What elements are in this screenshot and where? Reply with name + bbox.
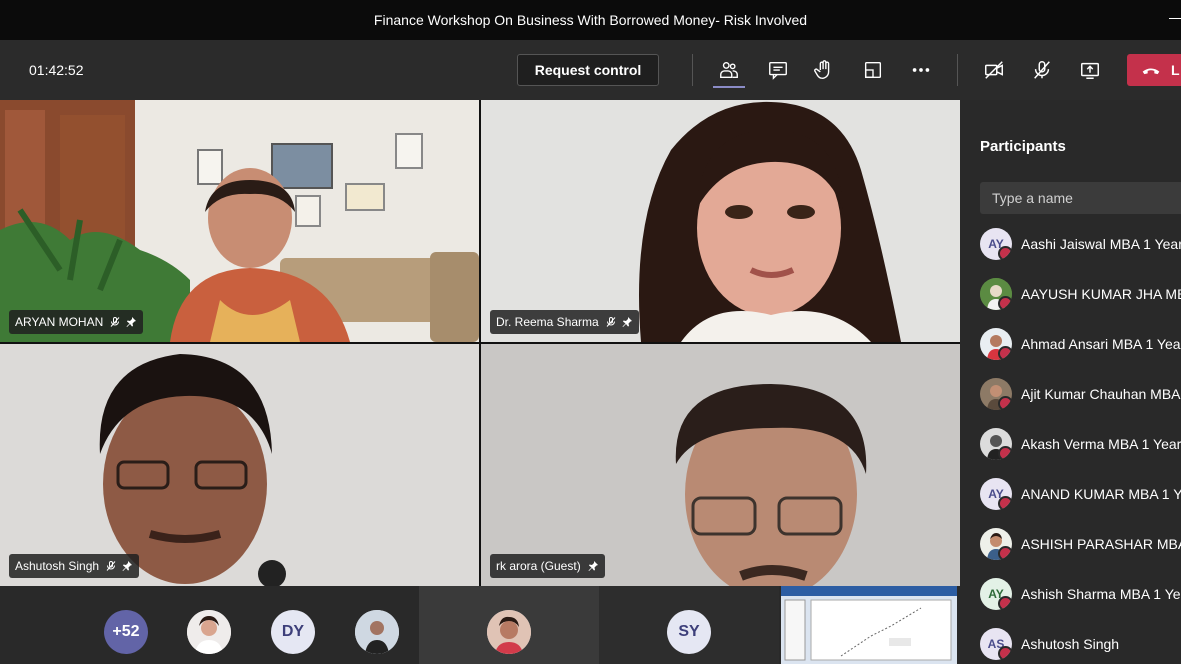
participant-name: Ashutosh Singh — [1021, 636, 1120, 652]
participant-search-input[interactable]: Type a name — [980, 182, 1181, 214]
video-tile[interactable]: rk arora (Guest) — [481, 344, 960, 586]
participant-list-item[interactable]: AY ANAND KUMAR MBA 1 Ye — [980, 478, 1181, 514]
chat-icon[interactable] — [765, 58, 791, 82]
toolbar-divider — [692, 54, 693, 86]
participant-avatar[interactable]: DY — [271, 610, 315, 654]
participant-avatar — [980, 328, 1012, 360]
participant-avatar: AY — [980, 478, 1012, 510]
video-feed — [0, 100, 479, 342]
muted-microphone-icon — [106, 561, 116, 571]
participant-avatar — [487, 610, 531, 654]
participant-avatar: AS — [980, 628, 1012, 660]
video-tile[interactable]: ARYAN MOHAN — [0, 100, 479, 342]
pin-icon — [588, 561, 598, 571]
participant-name: ARYAN MOHAN — [15, 315, 104, 329]
active-tab-indicator — [713, 86, 745, 88]
participant-name: Dr. Reema Sharma — [496, 315, 599, 329]
participant-avatar — [980, 528, 1012, 560]
participant-list-item[interactable]: AY Ashish Sharma MBA 1 Yea — [980, 578, 1181, 614]
status-dot — [998, 446, 1012, 460]
participant-name: AAYUSH KUMAR JHA MBA — [1021, 286, 1181, 302]
video-feed — [481, 100, 960, 342]
status-dot — [998, 246, 1012, 260]
participant-avatar: AY — [980, 578, 1012, 610]
participant-list-item[interactable]: AS Ashutosh Singh — [980, 628, 1181, 664]
participant-name: Ashutosh Singh — [15, 559, 100, 573]
participant-avatar — [980, 278, 1012, 310]
participant-name: rk arora (Guest) — [496, 559, 581, 573]
more-participants-button[interactable]: +52 — [104, 610, 148, 654]
status-dot — [998, 296, 1012, 310]
active-speaker-cell[interactable] — [419, 586, 599, 664]
title-bar: Finance Workshop On Business With Borrow… — [0, 0, 1181, 41]
video-tile[interactable]: Dr. Reema Sharma — [481, 100, 960, 342]
participant-name: Ashish Sharma MBA 1 Yea — [1021, 586, 1181, 602]
participants-icon[interactable] — [716, 58, 742, 82]
participant-name: Ajit Kumar Chauhan MBA — [1021, 386, 1181, 402]
participant-name: Ahmad Ansari MBA 1 Year — [1021, 336, 1181, 352]
panel-title: Participants — [980, 138, 1066, 155]
participant-list-item[interactable]: AAYUSH KUMAR JHA MBA — [980, 278, 1181, 314]
video-tile[interactable]: Ashutosh Singh — [0, 344, 479, 586]
video-stage: ARYAN MOHAN Dr. Reema Sharma Ashutosh Si… — [0, 100, 960, 586]
phone-hangup-icon — [1142, 68, 1160, 75]
camera-off-icon[interactable] — [981, 58, 1007, 82]
status-dot — [998, 546, 1012, 560]
leave-label: L — [1171, 62, 1180, 78]
pin-icon — [622, 317, 632, 327]
participant-list-item[interactable]: ASHISH PARASHAR MBA 1 — [980, 528, 1181, 564]
meeting-toolbar: 01:42:52 Request control L — [0, 40, 1181, 100]
status-dot — [998, 496, 1012, 510]
pin-icon — [122, 561, 133, 571]
participant-name: ASHISH PARASHAR MBA 1 — [1021, 536, 1181, 552]
status-dot — [998, 396, 1012, 410]
status-dot — [998, 346, 1012, 360]
participant-list-item[interactable]: AY Aashi Jaiswal MBA 1 Year — [980, 228, 1181, 264]
participant-avatar[interactable] — [355, 610, 399, 654]
more-options-icon[interactable] — [908, 58, 934, 82]
meeting-title: Finance Workshop On Business With Borrow… — [373, 12, 808, 28]
participant-nametag: ARYAN MOHAN — [9, 310, 144, 334]
minimize-button[interactable] — [1169, 18, 1181, 19]
participant-name: Aashi Jaiswal MBA 1 Year — [1021, 236, 1181, 252]
participant-name: ANAND KUMAR MBA 1 Ye — [1021, 486, 1181, 502]
participant-list-item[interactable]: Ahmad Ansari MBA 1 Year — [980, 328, 1181, 364]
meeting-timer: 01:42:52 — [29, 62, 84, 78]
share-screen-icon[interactable] — [1077, 58, 1103, 82]
participant-avatar[interactable] — [187, 610, 231, 654]
pin-icon — [126, 317, 137, 327]
participant-avatar — [980, 378, 1012, 410]
shared-screen-thumbnail[interactable] — [781, 586, 957, 664]
muted-microphone-icon — [606, 317, 616, 327]
participant-nametag: rk arora (Guest) — [490, 554, 605, 578]
participant-cell[interactable]: SY — [599, 586, 779, 664]
microphone-off-icon[interactable] — [1029, 58, 1055, 82]
request-control-button[interactable]: Request control — [517, 54, 659, 86]
participant-list-item[interactable]: Akash Verma MBA 1 Year — [980, 428, 1181, 464]
participant-avatar: AY — [980, 228, 1012, 260]
participant-nametag: Dr. Reema Sharma — [490, 310, 639, 334]
participant-avatar — [980, 428, 1012, 460]
participant-nametag: Ashutosh Singh — [9, 554, 140, 578]
raise-hand-icon[interactable] — [811, 58, 837, 82]
breakout-rooms-icon[interactable] — [860, 58, 886, 82]
presentation-preview — [781, 586, 957, 664]
participant-name: Akash Verma MBA 1 Year — [1021, 436, 1181, 452]
participant-avatar: SY — [667, 610, 711, 654]
toolbar-divider — [957, 54, 958, 86]
status-dot — [998, 646, 1012, 660]
video-feed — [0, 344, 479, 586]
participant-list-item[interactable]: Ajit Kumar Chauhan MBA — [980, 378, 1181, 414]
leave-button[interactable]: L — [1127, 54, 1181, 86]
video-feed — [481, 344, 960, 586]
status-dot — [998, 596, 1012, 610]
participants-panel: Participants Type a name AY Aashi Jaiswa… — [960, 100, 1181, 664]
muted-microphone-icon — [110, 317, 120, 327]
